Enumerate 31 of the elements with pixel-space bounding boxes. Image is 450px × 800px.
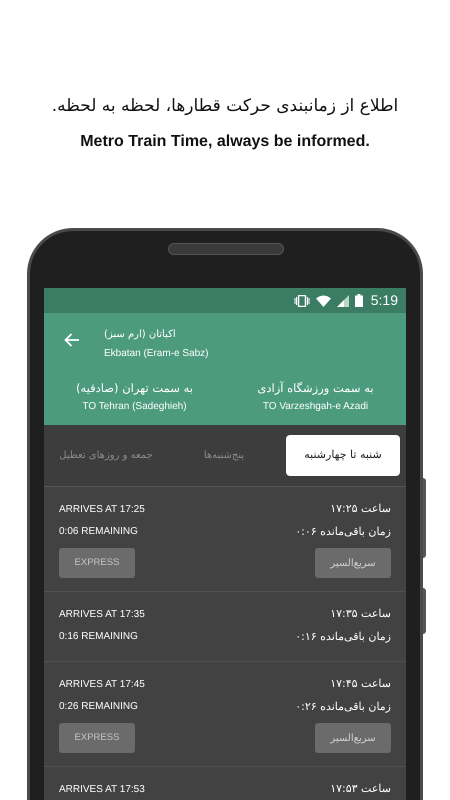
arrival-info: 0:26 REMAINING — [59, 700, 138, 714]
arrival-info: ARRIVES AT 17:25 — [59, 502, 145, 517]
station-name: اکباتان (ارم سبز) — [104, 328, 176, 342]
tagline: Metro Train Time, always be informed. — [80, 132, 370, 152]
express-button[interactable]: EXPRESS — [59, 723, 135, 753]
arrival-info: ARRIVES AT 17:53 — [59, 782, 145, 797]
day-tab[interactable]: شنبه تا چهارشنبه — [286, 435, 400, 476]
station-name: Ekbatan (Eram-e Sabz) — [104, 347, 208, 361]
signal-icon — [336, 294, 349, 306]
back-icon[interactable] — [64, 333, 80, 347]
arrival-info: ساعت ۱۷:۵۳ — [330, 781, 391, 797]
battery-icon — [354, 294, 363, 307]
arrival-info: زمان باقی‌مانده ۰:۱۶ — [295, 628, 391, 645]
day-tab[interactable]: جمعه و روزهای تعطیل — [50, 435, 162, 476]
clock: 5:19 — [370, 291, 398, 310]
arrival-info: 0:16 REMAINING — [59, 630, 138, 644]
arrival-info: زمان باقی‌مانده ۰:۲۶ — [295, 698, 391, 715]
arrival-info: ساعت ۱۷:۳۵ — [330, 606, 391, 622]
arrival-info: ARRIVES AT 17:45 — [59, 678, 145, 692]
arrival-info: 0:06 REMAINING — [59, 525, 138, 540]
arrival-info: زمان باقی‌مانده ۰:۰۶ — [295, 524, 391, 540]
arrival-info: ساعت ۱۷:۴۵ — [330, 676, 391, 692]
vibrate-icon — [294, 294, 310, 306]
arrival-info: ساعت ۱۷:۲۵ — [330, 501, 391, 517]
wifi-icon — [316, 294, 331, 306]
day-tab[interactable]: پنج‌شنبه‌ها — [168, 435, 280, 476]
express-button[interactable]: سریع‌السیر — [315, 723, 391, 753]
express-button[interactable]: سریع‌السیر — [315, 548, 391, 578]
arrival-info: ARRIVES AT 17:35 — [59, 608, 145, 622]
headline: اطلاع از زمانبندی حرکت قطارها، لحظه به لحظه. — [52, 95, 398, 118]
express-button[interactable]: EXPRESS — [59, 548, 135, 578]
